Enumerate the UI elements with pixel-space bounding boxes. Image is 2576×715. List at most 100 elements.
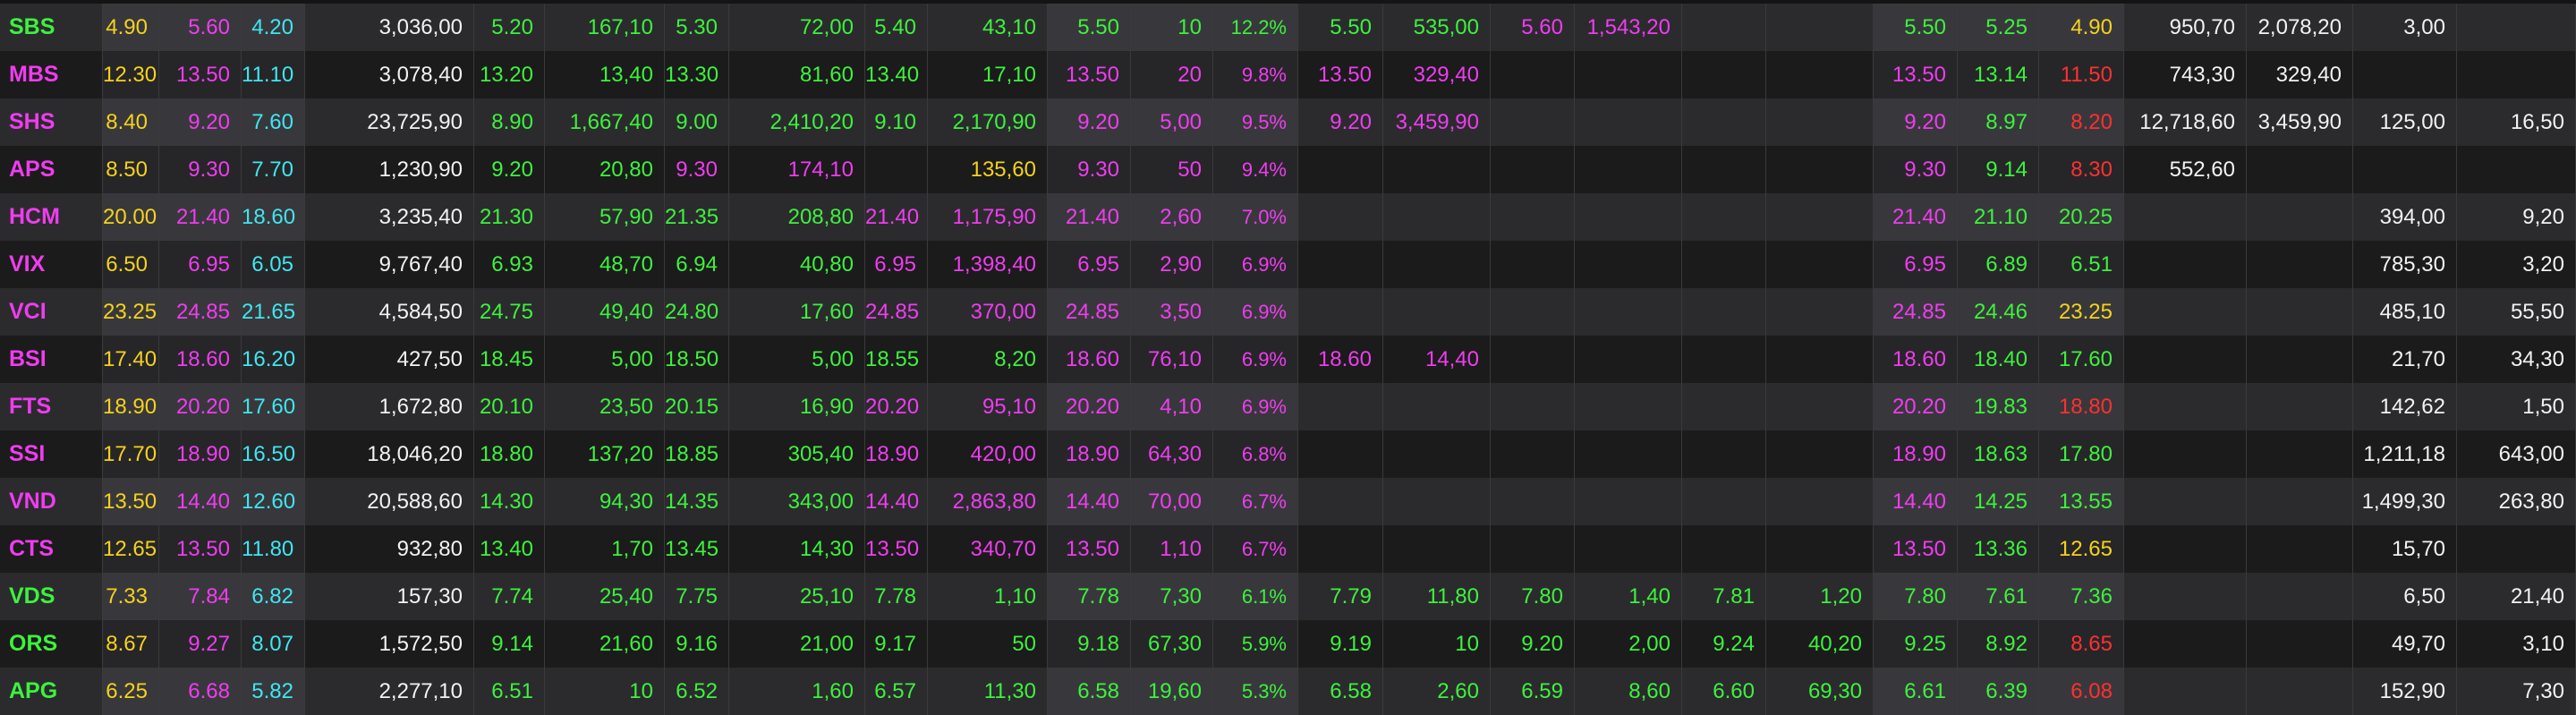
match-volume-cell: 7,30 bbox=[1131, 573, 1213, 620]
ref-price-cell: 17.70 bbox=[103, 430, 159, 478]
table-row[interactable]: SSI 17.70 18.90 16.50 18,046,20 18.80 137,20 18… bbox=[0, 430, 2576, 478]
ask-volume-2-cell: 1,543,20 bbox=[1575, 4, 1682, 51]
bid-volume-2-cell: 2,410,20 bbox=[729, 98, 865, 146]
symbol-cell[interactable]: VCI bbox=[0, 288, 103, 336]
table-row[interactable]: ORS 8.67 9.27 8.07 1,572,50 9.14 21,60 9.16 21,0… bbox=[0, 620, 2576, 668]
table-row[interactable]: BSI 17.40 18.60 16.20 427,50 18.45 5,00 18.50 5,… bbox=[0, 336, 2576, 383]
bid-volume-2-cell: 5,00 bbox=[729, 336, 865, 383]
bid-volume-1-cell: 420,00 bbox=[928, 430, 1048, 478]
table-row[interactable]: VDS 7.33 7.84 6.82 157,30 7.74 25,40 7.75 25,10 7… bbox=[0, 573, 2576, 620]
foreign-sell-cell bbox=[2247, 478, 2353, 525]
ask-price-1-cell bbox=[1298, 430, 1383, 478]
table-row[interactable]: APG 6.25 6.68 5.82 2,277,10 6.51 10 6.52 1,60 6.5… bbox=[0, 668, 2576, 715]
table-row[interactable]: VCI 23.25 24.85 21.65 4,584,50 24.75 49,40 24.8… bbox=[0, 288, 2576, 336]
extra-volume-cell: 9,20 bbox=[2457, 193, 2576, 241]
high-price-cell: 13.50 bbox=[1874, 525, 1958, 573]
foreign-sell-cell bbox=[2247, 146, 2353, 193]
foreign-buy-cell bbox=[2124, 573, 2247, 620]
total-volume-cell: 3,235,40 bbox=[305, 193, 474, 241]
ask-volume-3-cell: 1,20 bbox=[1766, 573, 1874, 620]
foreign-buy-cell bbox=[2124, 383, 2247, 430]
change-percent-cell: 6.7% bbox=[1213, 478, 1298, 525]
table-row[interactable]: HCM 20.00 21.40 18.60 3,235,40 21.30 57,90 21.3… bbox=[0, 193, 2576, 241]
extra-volume-cell: 7,30 bbox=[2457, 668, 2576, 715]
change-percent-cell: 6.9% bbox=[1213, 383, 1298, 430]
table-row[interactable]: VND 13.50 14.40 12.60 20,588,60 14.30 94,30 14.… bbox=[0, 478, 2576, 525]
table-row[interactable]: SHS 8.40 9.20 7.60 23,725,90 8.90 1,667,40 9.00… bbox=[0, 98, 2576, 146]
foreign-room-cell: 152,90 bbox=[2353, 668, 2457, 715]
symbol-cell[interactable]: VIX bbox=[0, 241, 103, 288]
average-price-cell: 13.14 bbox=[1958, 51, 2039, 98]
symbol-cell[interactable]: ORS bbox=[0, 620, 103, 668]
table-row[interactable]: MBS 12.30 13.50 11.10 3,078,40 13.20 13,40 13.3… bbox=[0, 51, 2576, 98]
foreign-room-cell: 125,00 bbox=[2353, 98, 2457, 146]
ask-price-1-cell bbox=[1298, 288, 1383, 336]
symbol-cell[interactable]: FTS bbox=[0, 383, 103, 430]
change-percent-cell: 9.5% bbox=[1213, 98, 1298, 146]
bid-volume-2-cell: 17,60 bbox=[729, 288, 865, 336]
bid-price-3-cell: 9.14 bbox=[474, 620, 545, 668]
change-percent-cell: 7.0% bbox=[1213, 193, 1298, 241]
ask-price-3-cell: 6.60 bbox=[1682, 668, 1766, 715]
bid-volume-2-cell: 72,00 bbox=[729, 4, 865, 51]
symbol-cell[interactable]: MBS bbox=[0, 51, 103, 98]
average-price-cell: 8.97 bbox=[1958, 98, 2039, 146]
symbol-cell[interactable]: SBS bbox=[0, 4, 103, 51]
symbol-cell[interactable]: CTS bbox=[0, 525, 103, 573]
ask-volume-3-cell bbox=[1766, 51, 1874, 98]
change-percent-cell: 6.7% bbox=[1213, 525, 1298, 573]
symbol-cell[interactable]: APS bbox=[0, 146, 103, 193]
match-price-cell: 9.20 bbox=[1048, 98, 1131, 146]
symbol-cell[interactable]: SHS bbox=[0, 98, 103, 146]
table-row[interactable]: APS 8.50 9.30 7.70 1,230,90 9.20 20,80 9.30 174,… bbox=[0, 146, 2576, 193]
foreign-sell-cell bbox=[2247, 668, 2353, 715]
total-volume-cell: 18,046,20 bbox=[305, 430, 474, 478]
symbol-cell[interactable]: APG bbox=[0, 668, 103, 715]
symbol-cell[interactable]: VND bbox=[0, 478, 103, 525]
ask-price-1-cell: 5.50 bbox=[1298, 4, 1383, 51]
ceiling-price-cell: 9.30 bbox=[159, 146, 242, 193]
bid-volume-1-cell: 43,10 bbox=[928, 4, 1048, 51]
ask-price-2-cell bbox=[1491, 478, 1575, 525]
ask-volume-2-cell bbox=[1575, 146, 1682, 193]
change-percent-cell: 9.8% bbox=[1213, 51, 1298, 98]
symbol-cell[interactable]: SSI bbox=[0, 430, 103, 478]
foreign-room-cell: 394,00 bbox=[2353, 193, 2457, 241]
ask-volume-3-cell bbox=[1766, 193, 1874, 241]
bid-price-3-cell: 13.40 bbox=[474, 525, 545, 573]
extra-volume-cell: 16,50 bbox=[2457, 98, 2576, 146]
ceiling-price-cell: 5.60 bbox=[159, 4, 242, 51]
symbol-cell[interactable]: VDS bbox=[0, 573, 103, 620]
bid-price-1-cell: 14.40 bbox=[865, 478, 928, 525]
foreign-room-cell: 485,10 bbox=[2353, 288, 2457, 336]
symbol-cell[interactable]: BSI bbox=[0, 336, 103, 383]
foreign-buy-cell: 743,30 bbox=[2124, 51, 2247, 98]
bid-price-2-cell: 18.50 bbox=[665, 336, 729, 383]
ask-price-3-cell bbox=[1682, 51, 1766, 98]
table-row[interactable]: VIX 6.50 6.95 6.05 9,767,40 6.93 48,70 6.94 40,8… bbox=[0, 241, 2576, 288]
average-price-cell: 18.63 bbox=[1958, 430, 2039, 478]
ask-price-3-cell bbox=[1682, 336, 1766, 383]
low-price-cell: 17.60 bbox=[2039, 336, 2124, 383]
ask-volume-2-cell: 1,40 bbox=[1575, 573, 1682, 620]
foreign-sell-cell: 329,40 bbox=[2247, 51, 2353, 98]
table-row[interactable]: FTS 18.90 20.20 17.60 1,672,80 20.10 23,50 20.1… bbox=[0, 383, 2576, 430]
ask-volume-1-cell bbox=[1383, 478, 1491, 525]
high-price-cell: 9.20 bbox=[1874, 98, 1958, 146]
bid-price-2-cell: 9.00 bbox=[665, 98, 729, 146]
high-price-cell: 24.85 bbox=[1874, 288, 1958, 336]
ask-price-3-cell: 7.81 bbox=[1682, 573, 1766, 620]
extra-volume-cell: 1,50 bbox=[2457, 383, 2576, 430]
ask-volume-1-cell: 3,459,90 bbox=[1383, 98, 1491, 146]
ask-price-2-cell bbox=[1491, 336, 1575, 383]
foreign-buy-cell bbox=[2124, 525, 2247, 573]
foreign-room-cell: 21,70 bbox=[2353, 336, 2457, 383]
symbol-cell[interactable]: HCM bbox=[0, 193, 103, 241]
table-row[interactable]: CTS 12.65 13.50 11.80 932,80 13.40 1,70 13.45 14… bbox=[0, 525, 2576, 573]
foreign-buy-cell bbox=[2124, 288, 2247, 336]
foreign-buy-cell bbox=[2124, 193, 2247, 241]
total-volume-cell: 1,230,90 bbox=[305, 146, 474, 193]
change-percent-cell: 12.2% bbox=[1213, 4, 1298, 51]
extra-volume-cell: 55,50 bbox=[2457, 288, 2576, 336]
table-row[interactable]: SBS 4.90 5.60 4.20 3,036,00 5.20 167,10 5.30 72,… bbox=[0, 4, 2576, 51]
